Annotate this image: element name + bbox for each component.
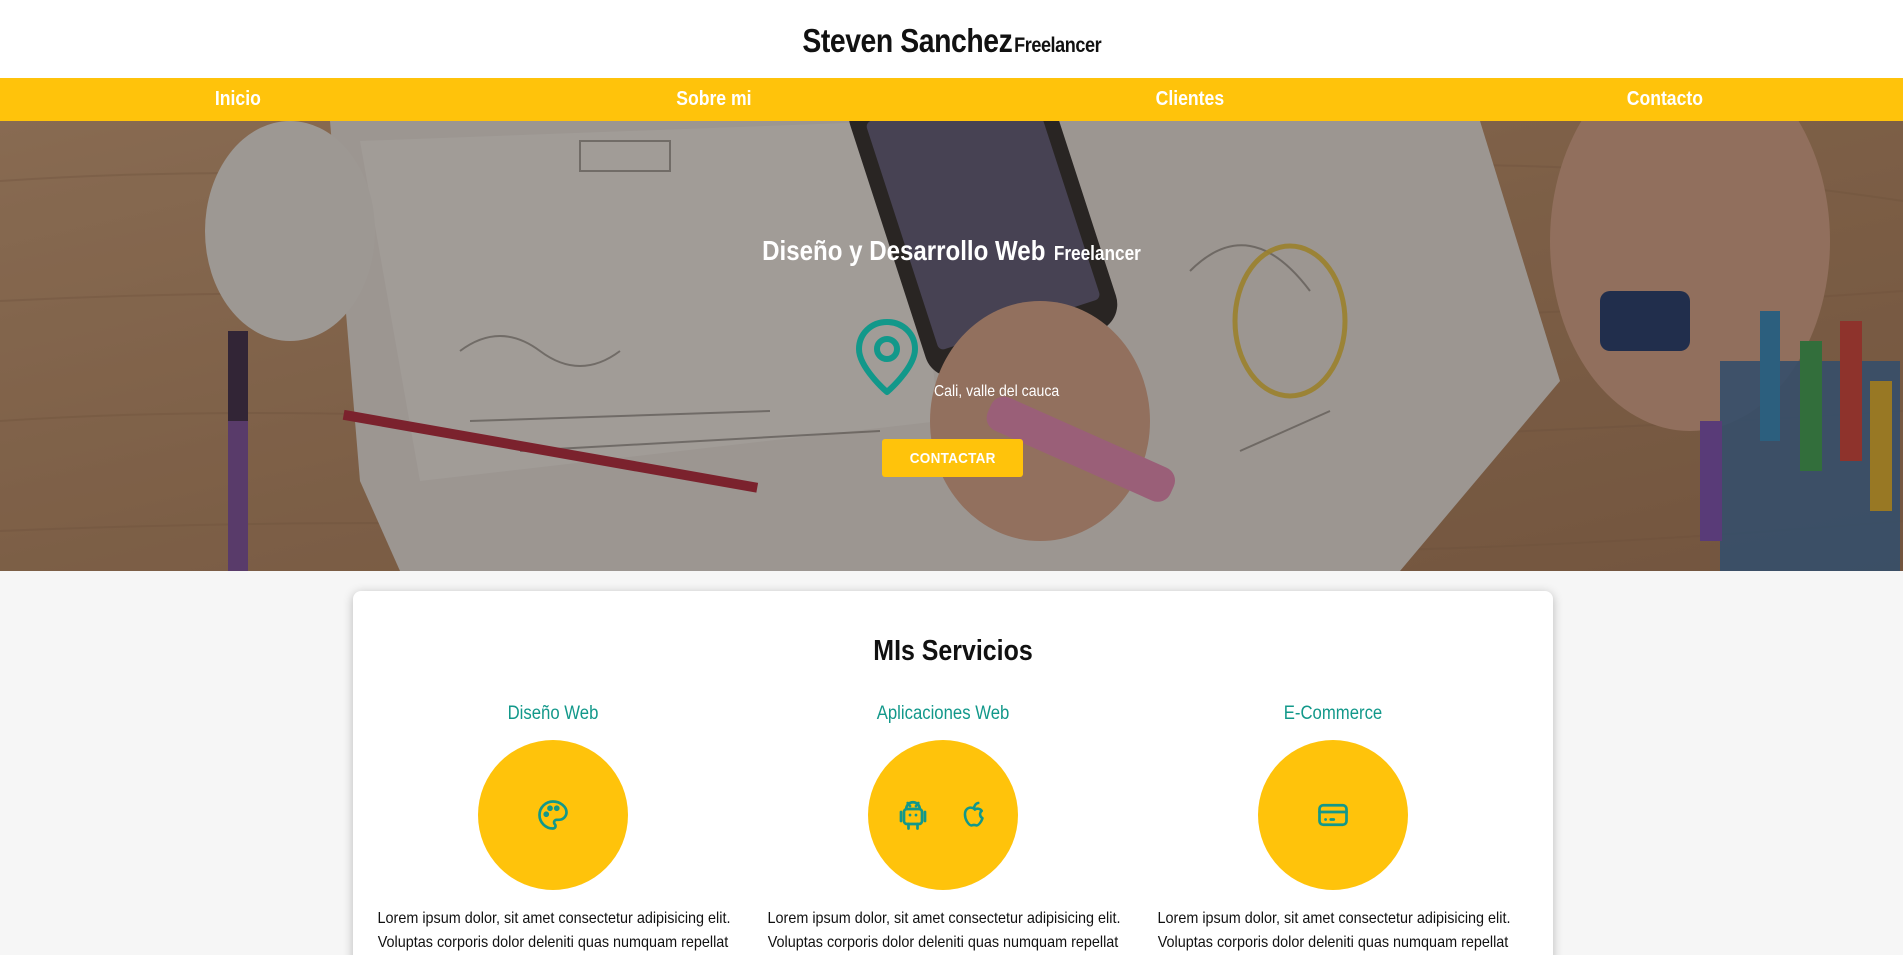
services-card: MIs Servicios Diseño Web Lorem ipsum dol… — [353, 591, 1553, 955]
hero-title-tag: Freelancer — [1053, 243, 1141, 265]
apple-icon — [963, 801, 984, 827]
service-diseno-web: Diseño Web Lorem ipsum dolor, sit amet c… — [358, 703, 748, 952]
nav-item-sobre-mi[interactable]: Sobre mi — [504, 88, 923, 111]
services-title: MIs Servicios — [873, 635, 1033, 667]
android-icon — [899, 800, 927, 830]
nav-item-clientes[interactable]: Clientes — [980, 88, 1399, 111]
service-e-commerce: E-Commerce Lorem ipsum dolor, sit amet c… — [1138, 703, 1528, 952]
service-icon-circle — [1258, 740, 1408, 890]
hero-content: Diseño y Desarrollo Web Freelancer Cali,… — [0, 121, 1903, 571]
nav-item-contacto[interactable]: Contacto — [1456, 88, 1875, 111]
hero-title-main: Diseño y Desarrollo Web — [762, 235, 1046, 266]
service-icon-circle — [478, 740, 628, 890]
contactar-button-label: CONTACTAR — [909, 449, 996, 467]
site-header: Steven SanchezFreelancer — [0, 0, 1903, 78]
contactar-button[interactable]: CONTACTAR — [882, 439, 1023, 477]
hero-section: Diseño y Desarrollo Web Freelancer Cali,… — [0, 121, 1903, 571]
brand[interactable]: Steven SanchezFreelancer — [802, 22, 1101, 60]
service-aplicaciones-web: Aplicaciones Web Lorem ipsum dolor, sit … — [748, 703, 1138, 952]
service-icon-circle — [868, 740, 1018, 890]
service-name[interactable]: Diseño Web — [381, 703, 724, 725]
credit-card-icon — [1318, 803, 1348, 827]
service-description-2: Voluptas corporis dolor deleniti quas nu… — [767, 934, 1119, 951]
service-description-2: Voluptas corporis dolor deleniti quas nu… — [1157, 934, 1509, 951]
service-name[interactable]: E-Commerce — [1161, 703, 1504, 725]
service-name[interactable]: Aplicaciones Web — [771, 703, 1114, 725]
hero-title: Diseño y Desarrollo Web Freelancer — [133, 235, 1770, 267]
service-description-2: Voluptas corporis dolor deleniti quas nu… — [377, 934, 729, 951]
nav-item-inicio[interactable]: Inicio — [29, 88, 448, 111]
brand-name: Steven Sanchez — [802, 22, 1013, 59]
service-description: Lorem ipsum dolor, sit amet consectetur … — [1157, 910, 1511, 927]
brand-tag: Freelancer — [1013, 34, 1101, 57]
palette-icon — [538, 800, 568, 830]
location-text: Cali, valle del cauca — [934, 383, 1060, 400]
map-pin-icon — [856, 319, 918, 395]
service-description: Lorem ipsum dolor, sit amet consectetur … — [377, 910, 731, 927]
service-description: Lorem ipsum dolor, sit amet consectetur … — [767, 910, 1121, 927]
main-nav: Inicio Sobre mi Clientes Contacto — [0, 78, 1903, 121]
